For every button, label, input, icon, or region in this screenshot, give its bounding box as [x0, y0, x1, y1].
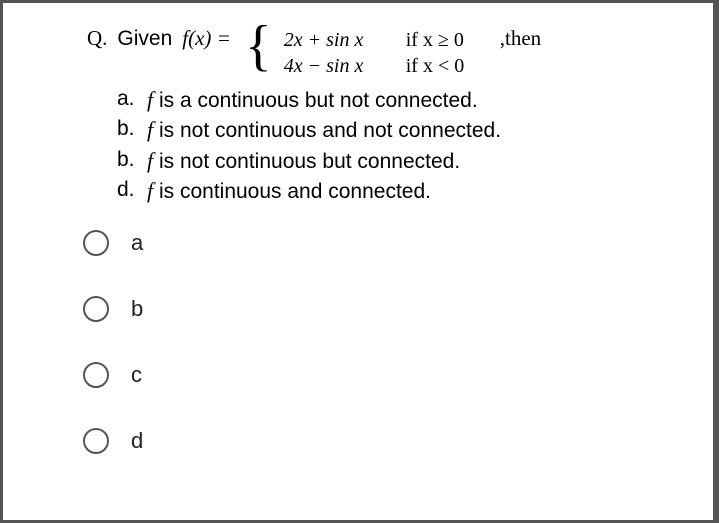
answer-statements: a. f is a continuous but not connected. …	[117, 85, 695, 206]
statement-b-text: f is not continuous and not connected.	[147, 115, 501, 145]
radio-circle-icon	[83, 428, 109, 454]
radio-circle-icon	[83, 362, 109, 388]
piece2-cond: if x < 0	[400, 53, 492, 79]
statement-a-tail: is a continuous but not connected.	[153, 89, 478, 112]
piece1-expr: 2x + sin x	[278, 27, 400, 53]
statement-d: d. f is continuous and connected.	[117, 176, 695, 206]
question-page: Q. Given f(x) = { 2x + sin x if x ≥ 0 4x…	[0, 0, 719, 523]
radio-option-b-label: b	[131, 296, 143, 322]
radio-option-a-label: a	[131, 230, 143, 256]
radio-circle-icon	[83, 296, 109, 322]
statement-b2-label: b.	[117, 146, 147, 176]
statement-d-label: d.	[117, 176, 147, 206]
radio-circle-icon	[83, 230, 109, 256]
statement-b-label: b.	[117, 115, 147, 145]
statement-b2: b. f is not continuous but connected.	[117, 146, 695, 176]
statement-a-text: f is a continuous but not connected.	[147, 85, 478, 115]
piecewise-table: 2x + sin x if x ≥ 0 4x − sin x if x < 0	[278, 27, 492, 79]
given-text: Given	[117, 27, 172, 50]
statement-b2-text: f is not continuous but connected.	[147, 146, 460, 176]
question-header: Q. Given f(x) = { 2x + sin x if x ≥ 0 4x…	[87, 27, 695, 79]
then-text: ,then	[500, 27, 541, 50]
radio-option-c[interactable]: c	[83, 362, 695, 388]
statement-b-tail: is not continuous and not connected.	[153, 119, 501, 142]
function-lhs: f(x) =	[182, 27, 231, 50]
left-brace-icon: {	[245, 31, 272, 62]
statement-a-label: a.	[117, 85, 147, 115]
radio-option-d-label: d	[131, 428, 143, 454]
radio-group: a b c d	[83, 230, 695, 454]
question-label: Q.	[87, 27, 107, 50]
statement-d-tail: is continuous and connected.	[153, 180, 431, 203]
statement-b2-tail: is not continuous but connected.	[153, 150, 460, 173]
statement-d-text: f is continuous and connected.	[147, 176, 431, 206]
statement-b: b. f is not continuous and not connected…	[117, 115, 695, 145]
statement-a: a. f is a continuous but not connected.	[117, 85, 695, 115]
radio-option-c-label: c	[131, 362, 142, 388]
radio-option-d[interactable]: d	[83, 428, 695, 454]
radio-option-a[interactable]: a	[83, 230, 695, 256]
piece1-cond: if x ≥ 0	[400, 27, 492, 53]
radio-option-b[interactable]: b	[83, 296, 695, 322]
piece2-expr: 4x − sin x	[278, 53, 400, 79]
